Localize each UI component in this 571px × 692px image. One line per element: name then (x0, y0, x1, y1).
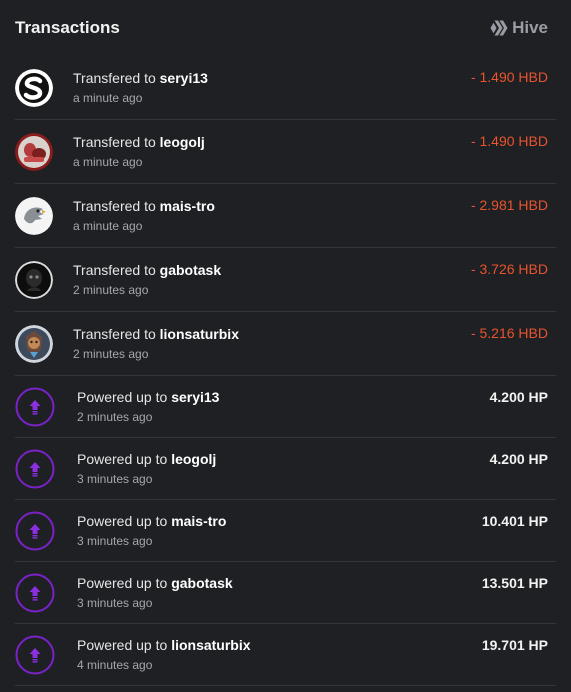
hive-logo-icon (490, 20, 508, 36)
account-link[interactable]: leogolj (160, 134, 205, 150)
transaction-verb: Powered up to (77, 389, 168, 405)
transaction-time: 2 minutes ago (73, 347, 149, 361)
account-link[interactable]: gabotask (171, 575, 232, 591)
power-up-row[interactable]: Powered up to gabotask 3 minutes ago 13.50… (15, 562, 556, 624)
power-up-icon (15, 449, 55, 489)
power-up-row[interactable]: Powered up to seryi13 2 minutes ago 4.200 … (15, 376, 556, 438)
transfer-row[interactable]: Transfered to lionsaturbix 2 minutes ago -… (15, 312, 556, 376)
transaction-amount: 4.200 HP (489, 389, 548, 405)
power-up-row[interactable]: Powered up to lionsaturbix 4 minutes ago 1… (15, 624, 556, 686)
transaction-amount: 4.200 HP (489, 451, 548, 467)
hive-brand-label: Hive (512, 18, 548, 37)
account-avatar[interactable] (15, 260, 53, 299)
transaction-verb: Powered up to (77, 637, 168, 653)
transaction-time: 3 minutes ago (77, 534, 153, 548)
transaction-time: a minute ago (73, 155, 143, 169)
transaction-amount: 10.401 HP (481, 513, 548, 529)
transaction-verb: Powered up to (77, 513, 168, 529)
transaction-action: Powered up to seryi13 (77, 389, 556, 405)
account-avatar[interactable] (15, 132, 53, 171)
panel-title: Transactions (15, 18, 120, 37)
transaction-action: Powered up to leogolj (77, 451, 556, 467)
transfer-row[interactable]: Transfered to mais-tro a minute ago - 2.98… (15, 184, 556, 248)
power-up-icon (15, 511, 55, 551)
transaction-text: Powered up to leogolj 3 minutes ago (77, 451, 556, 486)
transaction-amount: - 5.216 HBD (470, 325, 548, 341)
transaction-verb: Transfered to (73, 326, 156, 342)
account-link[interactable]: leogolj (171, 451, 216, 467)
account-link[interactable]: lionsaturbix (171, 637, 250, 653)
account-avatar[interactable] (15, 68, 53, 107)
transaction-amount: - 1.490 HBD (470, 133, 548, 149)
transfer-row[interactable]: Transfered to seryi13 a minute ago - 1.490… (15, 56, 556, 120)
power-up-row[interactable]: Powered up to mais-tro 3 minutes ago 10.40… (15, 500, 556, 562)
transaction-time: 2 minutes ago (77, 410, 153, 424)
transaction-amount: - 1.490 HBD (470, 69, 548, 85)
transaction-time: a minute ago (73, 219, 143, 233)
transaction-verb: Transfered to (73, 70, 156, 86)
transfer-row[interactable]: Transfered to gabotask 2 minutes ago - 3.7… (15, 248, 556, 312)
account-link[interactable]: seryi13 (171, 389, 219, 405)
power-up-row[interactable]: Powered up to leogolj 3 minutes ago 4.200 … (15, 438, 556, 500)
account-link[interactable]: gabotask (160, 262, 221, 278)
account-link[interactable]: mais-tro (171, 513, 226, 529)
hive-brand[interactable]: Hive (490, 18, 548, 38)
transaction-time: 3 minutes ago (77, 596, 153, 610)
transaction-amount: - 3.726 HBD (470, 261, 548, 277)
transaction-time: 4 minutes ago (77, 658, 153, 672)
account-link[interactable]: lionsaturbix (160, 326, 239, 342)
transactions-panel: Transactions Hive Transfered to seryi13 a… (0, 0, 571, 692)
account-avatar[interactable] (15, 324, 53, 363)
transaction-verb: Transfered to (73, 262, 156, 278)
transaction-time: a minute ago (73, 91, 143, 105)
transaction-verb: Powered up to (77, 451, 168, 467)
panel-header: Transactions Hive (0, 0, 571, 56)
transaction-verb: Transfered to (73, 134, 156, 150)
transaction-amount: 13.501 HP (481, 575, 548, 591)
transaction-list: Transfered to seryi13 a minute ago - 1.490… (15, 56, 556, 686)
account-link[interactable]: seryi13 (160, 70, 208, 86)
transaction-time: 3 minutes ago (77, 472, 153, 486)
transfer-row[interactable]: Transfered to leogolj a minute ago - 1.490… (15, 120, 556, 184)
transaction-amount: - 2.981 HBD (470, 197, 548, 213)
transaction-text: Powered up to seryi13 2 minutes ago (77, 389, 556, 424)
power-up-icon (15, 635, 55, 675)
transaction-amount: 19.701 HP (481, 637, 548, 653)
transaction-verb: Transfered to (73, 198, 156, 214)
account-link[interactable]: mais-tro (160, 198, 215, 214)
transaction-verb: Powered up to (77, 575, 168, 591)
transaction-time: 2 minutes ago (73, 283, 149, 297)
power-up-icon (15, 573, 55, 613)
account-avatar[interactable] (15, 196, 53, 235)
power-up-icon (15, 387, 55, 427)
